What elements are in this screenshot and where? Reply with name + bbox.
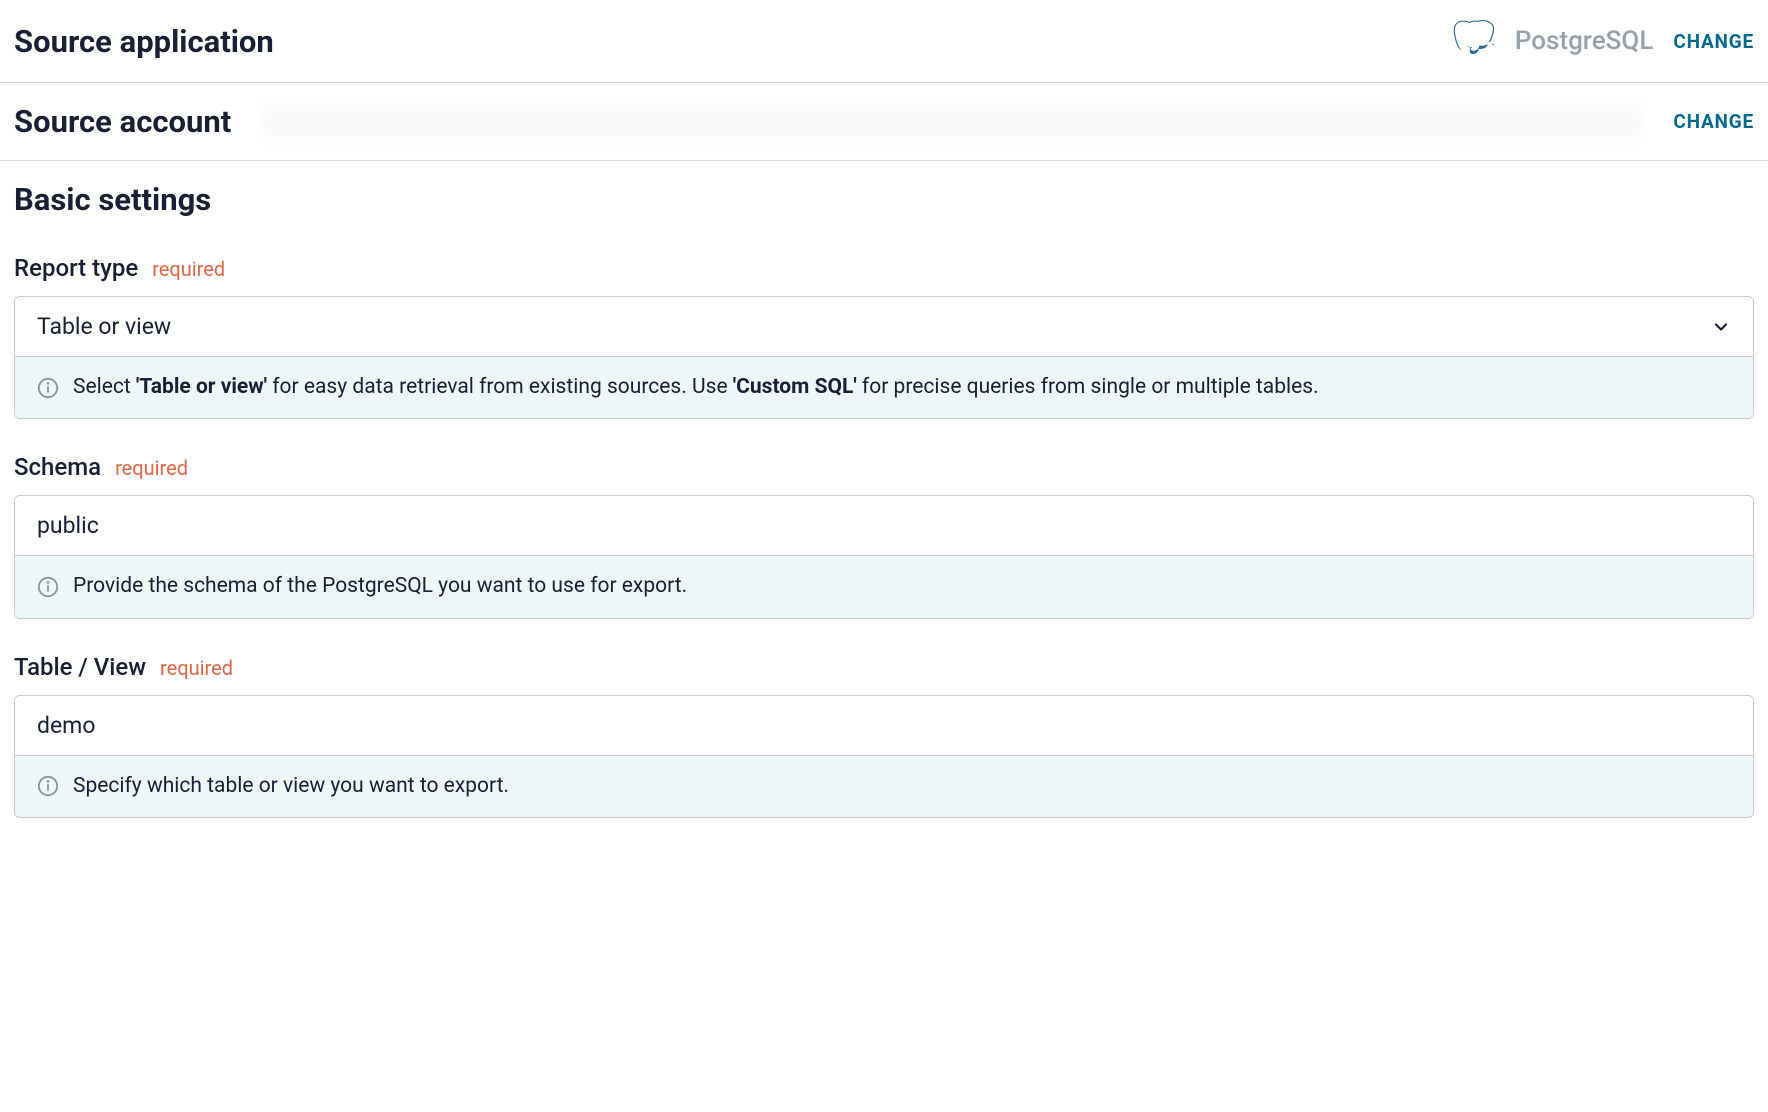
table-view-required-tag: required bbox=[160, 656, 233, 680]
source-application-name: PostgreSQL bbox=[1515, 26, 1654, 56]
table-view-field: Table / View required Specify which tabl… bbox=[14, 653, 1754, 818]
schema-hint: Provide the schema of the PostgreSQL you… bbox=[15, 555, 1753, 617]
report-type-label: Report type bbox=[14, 254, 138, 282]
info-icon bbox=[37, 377, 59, 399]
source-application-section: Source application PostgreSQL CHANGE bbox=[0, 0, 1768, 83]
report-type-input-container: Table or view Select 'Table or view' for… bbox=[14, 296, 1754, 419]
table-view-label: Table / View bbox=[14, 653, 146, 681]
report-type-hint: Select 'Table or view' for easy data ret… bbox=[15, 356, 1753, 418]
table-view-label-row: Table / View required bbox=[14, 653, 1754, 681]
schema-label-row: Schema required bbox=[14, 453, 1754, 481]
source-account-value-redacted bbox=[261, 104, 1643, 140]
report-type-label-row: Report type required bbox=[14, 254, 1754, 282]
info-icon bbox=[37, 775, 59, 797]
schema-input-row bbox=[15, 496, 1753, 555]
source-account-title: Source account bbox=[14, 103, 231, 140]
table-view-input[interactable] bbox=[37, 712, 1731, 739]
report-type-select[interactable]: Table or view bbox=[15, 297, 1753, 356]
report-type-value: Table or view bbox=[37, 313, 1711, 340]
basic-settings-section: Basic settings Report type required Tabl… bbox=[0, 161, 1768, 848]
source-application-change-button[interactable]: CHANGE bbox=[1673, 30, 1754, 53]
table-view-hint: Specify which table or view you want to … bbox=[15, 755, 1753, 817]
source-account-header: Source account CHANGE bbox=[14, 103, 1754, 140]
source-application-title: Source application bbox=[14, 23, 274, 60]
table-view-input-row bbox=[15, 696, 1753, 755]
schema-input-container: Provide the schema of the PostgreSQL you… bbox=[14, 495, 1754, 618]
schema-hint-text: Provide the schema of the PostgreSQL you… bbox=[73, 572, 687, 601]
postgresql-icon bbox=[1453, 20, 1495, 62]
report-type-field: Report type required Table or view Selec… bbox=[14, 254, 1754, 419]
schema-input[interactable] bbox=[37, 512, 1731, 539]
report-type-required-tag: required bbox=[152, 257, 225, 281]
source-application-right: PostgreSQL CHANGE bbox=[1453, 20, 1754, 62]
schema-label: Schema bbox=[14, 453, 101, 481]
info-icon bbox=[37, 576, 59, 598]
source-account-section: Source account CHANGE bbox=[0, 83, 1768, 161]
source-account-change-button[interactable]: CHANGE bbox=[1673, 110, 1754, 133]
basic-settings-title: Basic settings bbox=[14, 181, 1754, 218]
chevron-down-icon bbox=[1711, 317, 1731, 337]
table-view-input-container: Specify which table or view you want to … bbox=[14, 695, 1754, 818]
schema-field: Schema required Provide the schema of th… bbox=[14, 453, 1754, 618]
schema-required-tag: required bbox=[115, 456, 188, 480]
report-type-hint-text: Select 'Table or view' for easy data ret… bbox=[73, 373, 1319, 402]
table-view-hint-text: Specify which table or view you want to … bbox=[73, 772, 509, 801]
source-application-header: Source application PostgreSQL CHANGE bbox=[14, 20, 1754, 62]
